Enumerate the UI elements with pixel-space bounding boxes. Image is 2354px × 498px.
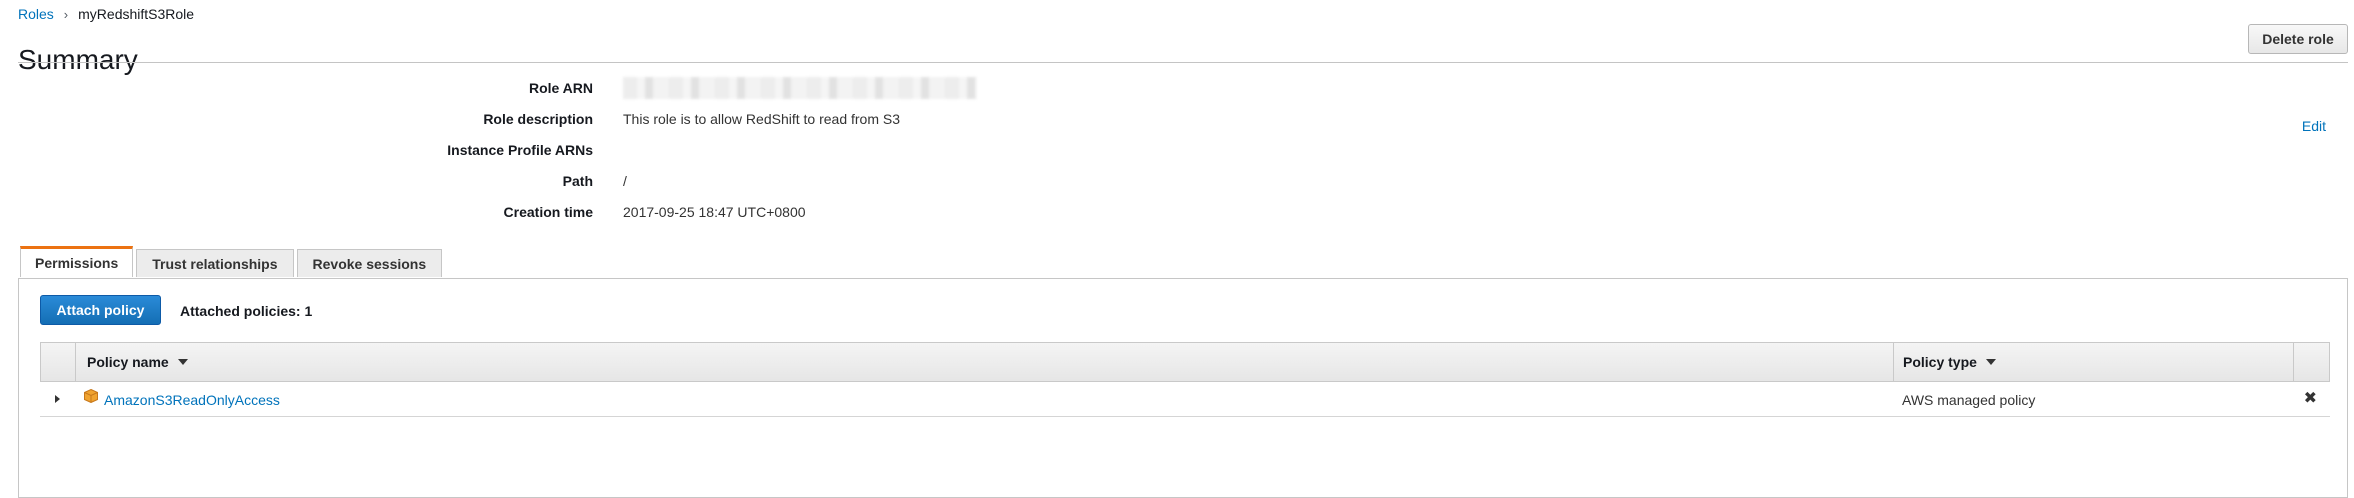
instance-profile-arns-label: Instance Profile ARNs	[447, 142, 593, 158]
role-description-value: This role is to allow RedShift to read f…	[623, 111, 901, 127]
attached-policies-count: Attached policies: 1	[180, 303, 313, 319]
column-divider	[1893, 343, 1894, 381]
expand-row-icon[interactable]	[55, 395, 60, 403]
path-value: /	[623, 173, 627, 189]
summary-row-role-description: Role description This role is to allow R…	[0, 111, 2354, 131]
breadcrumb-roles-link[interactable]: Roles	[18, 6, 54, 22]
policies-table-header: Policy name Policy type	[40, 342, 2330, 382]
role-arn-value-redacted	[623, 77, 977, 99]
column-divider	[75, 343, 76, 381]
tab-trust-relationships[interactable]: Trust relationships	[136, 249, 294, 277]
role-tabs: Permissions Trust relationships Revoke s…	[20, 246, 445, 279]
tab-permissions[interactable]: Permissions	[20, 246, 134, 277]
policy-name-header-label: Policy name	[87, 354, 169, 370]
delete-role-button[interactable]: Delete role	[2248, 24, 2348, 54]
creation-time-value: 2017-09-25 18:47 UTC+0800	[623, 204, 806, 220]
role-description-label: Role description	[483, 111, 593, 127]
path-label: Path	[562, 173, 593, 189]
summary-row-instance-profile-arns: Instance Profile ARNs	[0, 142, 2354, 162]
summary-row-role-arn: Role ARN	[0, 77, 2354, 100]
sort-caret-icon	[177, 359, 188, 365]
close-icon[interactable]: ✖	[2304, 388, 2317, 408]
tab-revoke-sessions[interactable]: Revoke sessions	[296, 249, 443, 277]
policy-type-header-label: Policy type	[1903, 354, 1977, 370]
column-header-policy-name[interactable]: Policy name	[87, 343, 188, 381]
column-divider	[2293, 343, 2294, 381]
policy-type-value: AWS managed policy	[1902, 392, 2036, 408]
page-title: Summary	[18, 43, 138, 75]
policies-table: Policy name Policy type AmazonS3ReadOnly…	[40, 342, 2330, 417]
breadcrumb-current: myRedshiftS3Role	[78, 6, 195, 22]
column-header-policy-type[interactable]: Policy type	[1903, 343, 1996, 381]
breadcrumb: Roles › myRedshiftS3Role	[18, 6, 194, 22]
attach-policy-button[interactable]: Attach policy	[40, 295, 161, 325]
policy-name-link[interactable]: AmazonS3ReadOnlyAccess	[104, 392, 280, 408]
creation-time-label: Creation time	[503, 204, 593, 220]
sort-caret-icon	[1985, 359, 1996, 365]
summary-row-creation-time: Creation time 2017-09-25 18:47 UTC+0800	[0, 204, 2354, 224]
policy-box-icon	[84, 389, 98, 403]
breadcrumb-separator-icon: ›	[63, 6, 69, 22]
role-arn-label: Role ARN	[528, 80, 593, 96]
table-row: AmazonS3ReadOnlyAccess AWS managed polic…	[40, 382, 2330, 417]
summary-row-path: Path /	[0, 173, 2354, 193]
edit-description-link[interactable]: Edit	[2302, 118, 2326, 134]
title-divider	[18, 62, 2348, 63]
